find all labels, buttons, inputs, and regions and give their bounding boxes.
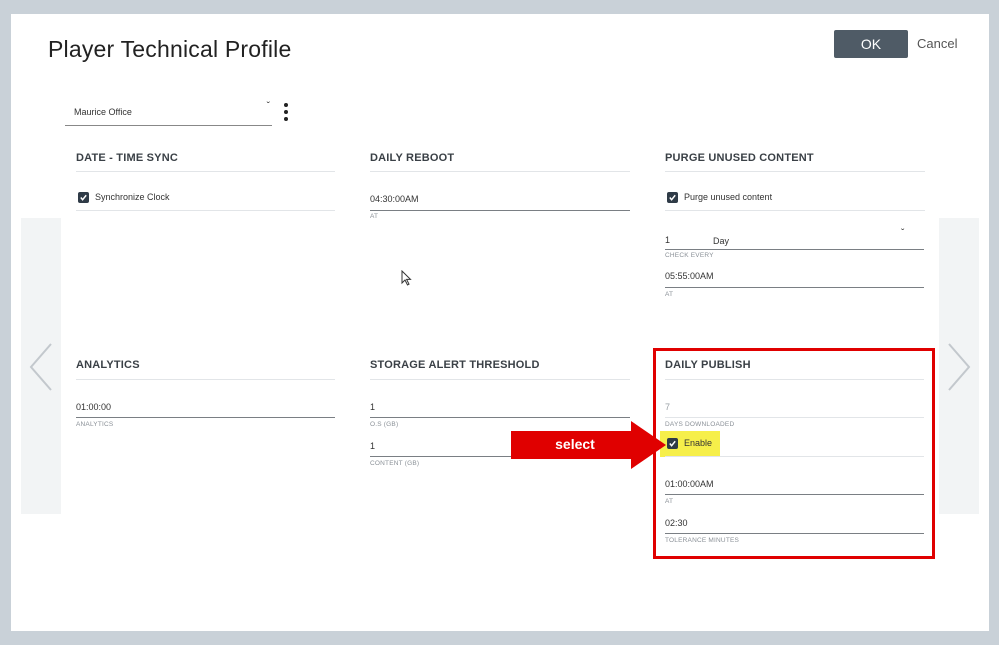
next-panel[interactable] [939, 218, 979, 514]
purge-time-input[interactable]: 05:55:00AM [665, 271, 714, 281]
cancel-button[interactable]: Cancel [917, 36, 957, 51]
annotation-callout-text: select [555, 436, 595, 452]
mouse-cursor-icon [401, 270, 412, 286]
check-every-unit-select[interactable]: Day [713, 236, 729, 246]
input-underline [76, 417, 335, 418]
section-divider [370, 379, 630, 380]
section-title-analytics: ANALYTICS [76, 359, 140, 371]
section-title-purge-unused: PURGE UNUSED CONTENT [665, 152, 814, 164]
os-gb-caption: O.S (GB) [370, 421, 399, 428]
input-underline [370, 417, 630, 418]
purge-unused-checkbox[interactable] [667, 192, 678, 203]
kebab-menu-icon[interactable] [283, 103, 289, 121]
row-divider [76, 210, 335, 211]
input-underline [370, 210, 630, 211]
check-every-input[interactable]: 1 [665, 235, 670, 245]
section-title-date-time-sync: DATE - TIME SYNC [76, 152, 178, 164]
section-title-storage-alert: STORAGE ALERT THRESHOLD [370, 359, 540, 371]
purge-time-caption: AT [665, 291, 674, 298]
section-divider [76, 171, 335, 172]
input-underline [665, 287, 924, 288]
analytics-caption: ANALYTICS [76, 421, 114, 428]
content-gb-caption: CONTENT (GB) [370, 460, 420, 467]
section-divider [76, 379, 335, 380]
annotation-highlight-box [653, 348, 935, 559]
ok-button[interactable]: OK [834, 30, 908, 58]
sync-clock-checkbox[interactable] [78, 192, 89, 203]
content-gb-input[interactable]: 1 [370, 441, 375, 451]
daily-reboot-time-caption: AT [370, 213, 379, 220]
os-gb-input[interactable]: 1 [370, 402, 375, 412]
technical-profile-dialog: Player Technical Profile OK Cancel Mauri… [11, 14, 989, 631]
prev-panel[interactable] [21, 218, 61, 514]
chevron-left-icon[interactable] [27, 342, 55, 392]
section-divider [665, 171, 925, 172]
daily-reboot-time-input[interactable]: 04:30:00AM [370, 194, 419, 204]
row-divider [665, 210, 925, 211]
input-underline [665, 249, 924, 250]
player-select[interactable]: Maurice Office ˇ [65, 99, 272, 126]
section-divider [370, 171, 630, 172]
check-every-caption: CHECK EVERY [665, 252, 714, 259]
analytics-input[interactable]: 01:00:00 [76, 402, 111, 412]
sync-clock-label: Synchronize Clock [95, 192, 170, 202]
checkmark-icon [80, 194, 87, 201]
input-underline [370, 456, 520, 457]
purge-unused-label: Purge unused content [684, 192, 773, 202]
section-title-daily-reboot: DAILY REBOOT [370, 152, 455, 164]
player-select-value: Maurice Office [74, 107, 132, 117]
dialog-title: Player Technical Profile [48, 36, 292, 62]
chevron-down-icon: ˇ [266, 101, 270, 112]
chevron-down-icon[interactable]: ˇ [901, 228, 904, 239]
checkmark-icon [669, 194, 676, 201]
chevron-right-icon[interactable] [945, 342, 973, 392]
